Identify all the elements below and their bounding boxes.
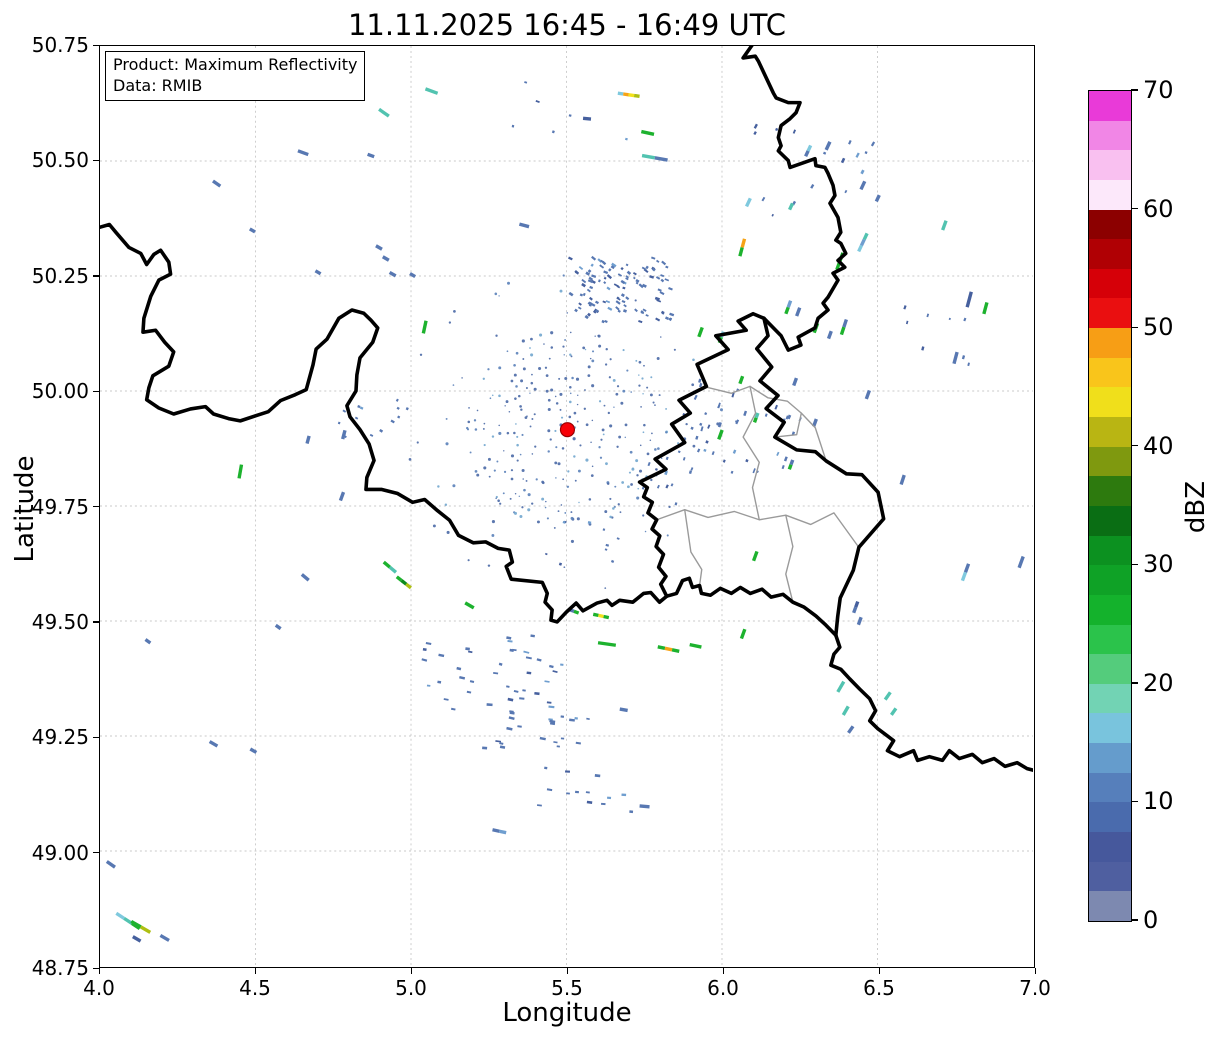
- colorbar-band: [1089, 417, 1131, 447]
- figure: 11.11.2025 16:45 - 16:49 UTC Product: Ma…: [0, 0, 1219, 1040]
- colorbar-band: [1089, 654, 1131, 684]
- x-tick-mark: [255, 968, 256, 974]
- colorbar-tick-label: 50: [1143, 313, 1174, 341]
- y-tick-label: 50.25: [19, 264, 89, 288]
- colorbar-band: [1089, 684, 1131, 714]
- y-tick-mark: [93, 852, 99, 853]
- region-borders: [657, 386, 859, 602]
- y-tick-label: 49.75: [19, 495, 89, 519]
- y-tick-mark: [93, 968, 99, 969]
- colorbar-band: [1089, 269, 1131, 299]
- y-tick-mark: [93, 391, 99, 392]
- colorbar-label: dBZ: [1181, 457, 1211, 557]
- country-borders: [100, 46, 1033, 771]
- info-source: Data: RMIB: [113, 75, 357, 96]
- colorbar-band: [1089, 862, 1131, 892]
- colorbar-band: [1089, 239, 1131, 269]
- y-tick-mark: [93, 45, 99, 46]
- x-tick-label: 7.0: [1019, 976, 1051, 1000]
- grid-lines: [100, 46, 1033, 966]
- y-tick-mark: [93, 506, 99, 507]
- colorbar-band: [1089, 625, 1131, 655]
- echo-streaks: [107, 89, 1023, 941]
- colorbar-band: [1089, 565, 1131, 595]
- colorbar-band: [1089, 773, 1131, 803]
- colorbar-band: [1089, 298, 1131, 328]
- colorbar-tick-mark: [1131, 208, 1138, 209]
- info-product: Product: Maximum Reflectivity: [113, 54, 357, 75]
- colorbar-tick-label: 20: [1143, 669, 1174, 697]
- x-tick-mark: [723, 968, 724, 974]
- radar-location-marker: [560, 423, 574, 437]
- colorbar: [1088, 90, 1132, 922]
- y-tick-label: 48.75: [19, 956, 89, 980]
- colorbar-tick-label: 0: [1143, 906, 1158, 934]
- colorbar-band: [1089, 121, 1131, 151]
- map-plot-area: Product: Maximum Reflectivity Data: RMIB: [99, 45, 1035, 968]
- x-tick-mark: [1035, 968, 1036, 974]
- x-tick-mark: [567, 968, 568, 974]
- y-tick-mark: [93, 737, 99, 738]
- y-tick-label: 50.75: [19, 33, 89, 57]
- colorbar-tick-mark: [1131, 564, 1138, 565]
- x-axis-label: Longitude: [99, 998, 1035, 1028]
- colorbar-band: [1089, 595, 1131, 625]
- x-tick-label: 6.0: [707, 976, 739, 1000]
- colorbar-band: [1089, 180, 1131, 210]
- colorbar-tick-mark: [1131, 682, 1138, 683]
- y-tick-label: 49.00: [19, 841, 89, 865]
- y-tick-label: 49.25: [19, 725, 89, 749]
- colorbar-band: [1089, 802, 1131, 832]
- colorbar-tick-mark: [1131, 801, 1138, 802]
- colorbar-band: [1089, 743, 1131, 773]
- radar-map-canvas: [100, 46, 1033, 966]
- colorbar-tick-label: 30: [1143, 550, 1174, 578]
- y-tick-label: 49.50: [19, 610, 89, 634]
- colorbar-band: [1089, 506, 1131, 536]
- colorbar-band: [1089, 447, 1131, 477]
- colorbar-tick-mark: [1131, 445, 1138, 446]
- colorbar-tick-mark: [1131, 327, 1138, 328]
- colorbar-tick-label: 10: [1143, 787, 1174, 815]
- x-tick-mark: [411, 968, 412, 974]
- colorbar-band: [1089, 210, 1131, 240]
- colorbar-tick-label: 70: [1143, 76, 1174, 104]
- info-box: Product: Maximum Reflectivity Data: RMIB: [105, 51, 365, 101]
- x-tick-label: 4.5: [239, 976, 271, 1000]
- colorbar-tick-label: 40: [1143, 432, 1174, 460]
- y-tick-label: 50.50: [19, 148, 89, 172]
- colorbar-band: [1089, 387, 1131, 417]
- colorbar-band: [1089, 832, 1131, 862]
- x-tick-mark: [99, 968, 100, 974]
- x-tick-label: 6.5: [863, 976, 895, 1000]
- figure-title: 11.11.2025 16:45 - 16:49 UTC: [99, 8, 1035, 42]
- y-tick-mark: [93, 275, 99, 276]
- colorbar-tick-mark: [1131, 89, 1138, 90]
- y-tick-label: 50.00: [19, 379, 89, 403]
- y-tick-mark: [93, 160, 99, 161]
- colorbar-band: [1089, 328, 1131, 358]
- colorbar-tick-mark: [1131, 919, 1138, 920]
- colorbar-tick-label: 60: [1143, 195, 1174, 223]
- colorbar-band: [1089, 91, 1131, 121]
- colorbar-band: [1089, 476, 1131, 506]
- colorbar-band: [1089, 891, 1131, 921]
- colorbar-band: [1089, 358, 1131, 388]
- y-tick-mark: [93, 621, 99, 622]
- colorbar-band: [1089, 713, 1131, 743]
- x-tick-mark: [879, 968, 880, 974]
- echo-speckle-clusters: [338, 82, 969, 812]
- colorbar-band: [1089, 150, 1131, 180]
- x-tick-label: 5.5: [551, 976, 583, 1000]
- x-tick-label: 5.0: [395, 976, 427, 1000]
- colorbar-band: [1089, 536, 1131, 566]
